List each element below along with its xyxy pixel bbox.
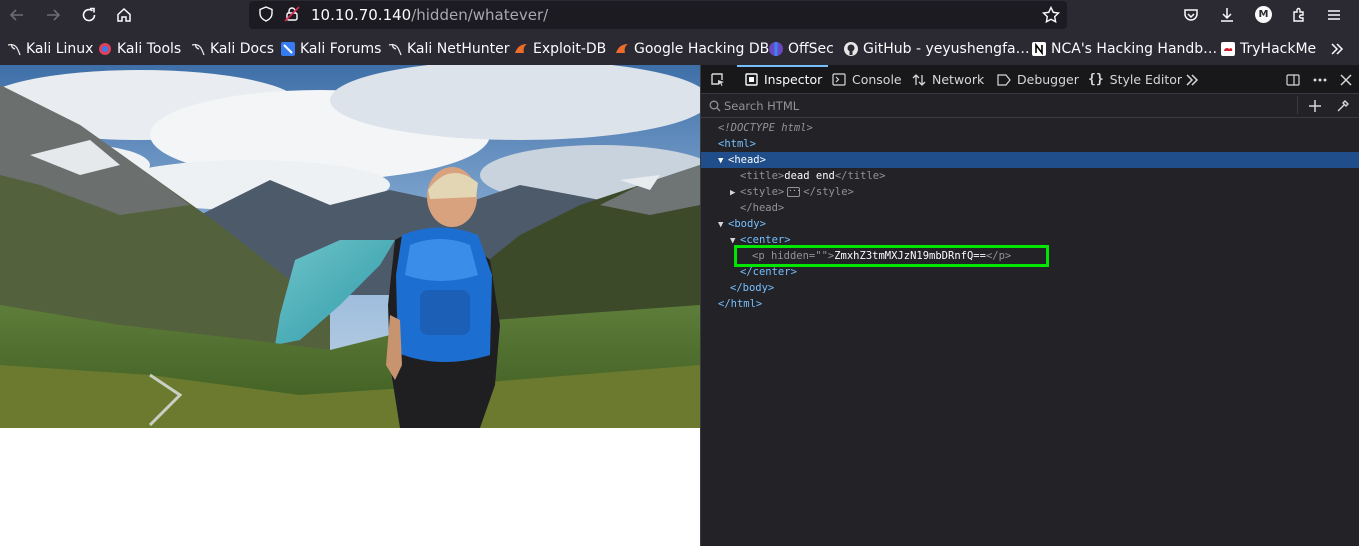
url-host: 10.10.70.140: [311, 6, 412, 24]
element-picker-icon: [711, 72, 724, 86]
kali-forums-icon: [280, 41, 296, 57]
braces-icon: {}: [1088, 72, 1104, 87]
tree-node-html[interactable]: <html>: [701, 136, 1359, 152]
search-html-input[interactable]: Search HTML: [724, 99, 799, 113]
tree-node-body[interactable]: ▼ <body>: [701, 216, 1359, 232]
tabs-overflow-button[interactable]: [1185, 65, 1199, 94]
tab-network[interactable]: Network: [912, 65, 984, 94]
kali-tools-icon: [97, 41, 113, 57]
url-bar[interactable]: 10.10.70.140/hidden/whatever/: [249, 1, 1067, 29]
home-icon: [117, 7, 131, 22]
home-button[interactable]: [112, 4, 136, 26]
page-viewport: [0, 65, 700, 546]
puzzle-icon: [1293, 7, 1304, 22]
bookmark-github[interactable]: GitHub - yeyushengfa…: [843, 40, 1030, 58]
close-icon: [1340, 73, 1352, 86]
more-dots-icon: [1313, 78, 1327, 81]
bookmark-kali-docs[interactable]: Kali Docs: [190, 40, 274, 58]
browser-toolbar: 10.10.70.140/hidden/whatever/ M: [0, 0, 1359, 31]
bookmark-tryhackme[interactable]: TryHackMe: [1220, 40, 1316, 58]
back-button[interactable]: [5, 4, 29, 26]
tab-style-editor[interactable]: {} Style Editor: [1088, 65, 1182, 94]
bookmarks-toolbar: Kali Linux Kali Tools Kali Docs Kali For…: [0, 31, 1359, 65]
github-icon: [843, 41, 859, 57]
bookmark-nca-hacking-handbook[interactable]: NCA's Hacking Handb…: [1031, 40, 1217, 58]
hamburger-icon: [1328, 10, 1340, 20]
arrow-right-icon: [47, 9, 61, 21]
ellipsis-badge: ···: [787, 187, 801, 197]
pocket-button[interactable]: [1179, 4, 1203, 26]
devtools-panel: Inspector Console Network Debugger {} St…: [700, 65, 1359, 546]
bookmark-exploit-db[interactable]: Exploit-DB: [513, 40, 606, 58]
collapsed-triangle-icon: ▶: [730, 188, 736, 198]
kali-dragon-icon: [190, 41, 206, 57]
insecure-lock-icon[interactable]: [283, 5, 301, 23]
reload-button[interactable]: [77, 4, 101, 26]
bookmark-offsec[interactable]: OffSec: [768, 40, 834, 58]
tree-node-html-close: </html>: [718, 298, 763, 310]
forward-button[interactable]: [41, 4, 65, 26]
tab-inspector[interactable]: Inspector: [736, 65, 829, 94]
bookmark-kali-forums[interactable]: Kali Forums: [280, 40, 381, 58]
console-icon: [832, 73, 846, 86]
tree-node-head[interactable]: ▼ <head>: [701, 152, 1359, 168]
double-chevron-right-icon: [1329, 41, 1345, 57]
tree-node-style[interactable]: ▶ <style> ··· </style>: [701, 184, 1359, 200]
tree-node-body-close: </body>: [730, 282, 775, 294]
bookmark-star-icon[interactable]: [1041, 5, 1061, 25]
dock-toggle-button[interactable]: [1286, 65, 1300, 94]
element-picker-button[interactable]: [710, 65, 726, 94]
hiker-mountain-image: [0, 65, 700, 428]
arrow-left-icon: [9, 9, 23, 21]
tree-node-doctype[interactable]: <!DOCTYPE html>: [701, 120, 1359, 136]
bookmark-kali-tools[interactable]: Kali Tools: [97, 40, 181, 58]
pocket-icon: [1184, 9, 1198, 21]
search-html-bar: Search HTML: [701, 94, 1359, 118]
shield-icon[interactable]: [257, 5, 275, 23]
eyedropper-icon[interactable]: [1336, 99, 1350, 113]
toolbar-divider: [1297, 96, 1298, 114]
tree-node-head-close: </head>: [740, 202, 785, 214]
inspector-icon: [745, 73, 758, 86]
offsec-icon: [768, 41, 784, 57]
exploit-db-icon: [513, 41, 529, 57]
network-icon: [912, 73, 926, 86]
tab-debugger[interactable]: Debugger: [997, 65, 1079, 94]
devtools-tabbar: Inspector Console Network Debugger {} St…: [701, 65, 1359, 94]
kali-dragon-icon: [387, 41, 403, 57]
menu-button[interactable]: [1322, 4, 1346, 26]
dock-side-icon: [1286, 73, 1300, 86]
tryhackme-icon: [1220, 41, 1236, 57]
search-icon: [709, 100, 721, 112]
download-icon: [1221, 8, 1233, 22]
debugger-icon: [997, 73, 1011, 86]
devtools-close-button[interactable]: [1340, 65, 1352, 94]
bookmark-kali-linux[interactable]: Kali Linux: [6, 40, 93, 58]
tab-console[interactable]: Console: [832, 65, 902, 94]
url-path: /hidden/whatever/: [411, 6, 549, 24]
exploit-db-icon: [614, 41, 630, 57]
double-chevron-right-icon: [1186, 73, 1199, 86]
devtools-options-button[interactable]: [1312, 65, 1328, 94]
bookmark-google-hacking-db[interactable]: Google Hacking DB: [614, 40, 769, 58]
expanded-triangle-icon: ▼: [718, 156, 724, 166]
expanded-triangle-icon: ▼: [718, 220, 724, 230]
downloads-button[interactable]: [1215, 4, 1239, 26]
tree-node-title[interactable]: <title>dead end</title>: [701, 168, 1359, 184]
extensions-button[interactable]: [1287, 4, 1311, 26]
notion-icon: [1031, 41, 1047, 57]
reload-icon: [82, 7, 96, 22]
account-avatar[interactable]: M: [1255, 6, 1272, 23]
add-node-icon[interactable]: [1308, 99, 1322, 113]
bookmarks-overflow-button[interactable]: [1329, 40, 1345, 58]
url-text[interactable]: 10.10.70.140/hidden/whatever/: [311, 6, 548, 24]
bookmark-kali-nethunter[interactable]: Kali NetHunter: [387, 40, 509, 58]
highlight-annotation-box: [734, 245, 1049, 267]
kali-dragon-icon: [6, 41, 22, 57]
